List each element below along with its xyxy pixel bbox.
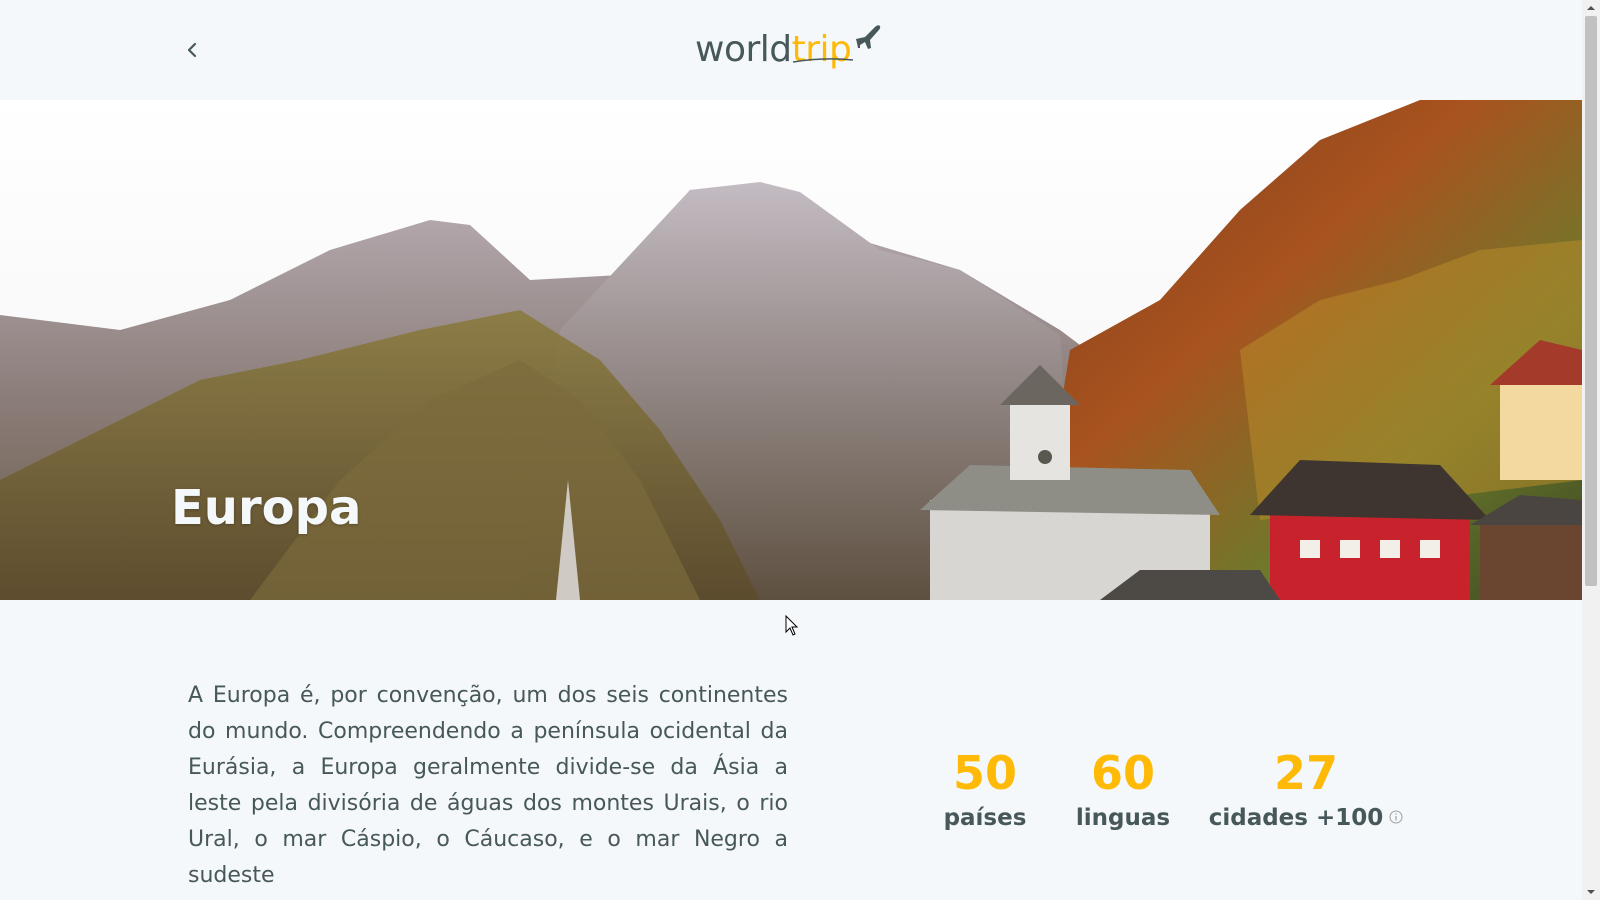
stats-panel: 50 países 60 linguas 27 cidades +100: [940, 745, 1420, 855]
stat-countries: 50 países: [940, 745, 1030, 835]
hero-banner: Europa: [0, 100, 1582, 600]
info-icon[interactable]: [1389, 810, 1403, 824]
continent-title: Europa: [171, 480, 362, 536]
mouse-cursor-icon: [785, 615, 799, 636]
stat-value: 50: [952, 746, 1017, 800]
stat-label: cidades +100: [1208, 805, 1384, 831]
chevron-left-icon: [187, 42, 197, 58]
logo[interactable]: worldtrip: [695, 22, 885, 78]
stat-value: 60: [1090, 746, 1155, 800]
scroll-up-arrow-icon[interactable]: [1586, 3, 1596, 13]
back-button[interactable]: [180, 36, 204, 64]
page: worldtrip Europa A Europa é, por convenç…: [0, 0, 1600, 900]
vertical-scrollbar[interactable]: [1582, 0, 1600, 900]
stat-label: países: [943, 805, 1027, 831]
stat-cities: 27 cidades +100: [1206, 745, 1406, 835]
stat-languages: 60 linguas: [1068, 745, 1178, 835]
stat-label: linguas: [1075, 805, 1171, 831]
airplane-icon: [856, 25, 881, 49]
scroll-down-arrow-icon[interactable]: [1586, 887, 1596, 897]
stat-label-row: cidades +100: [1206, 801, 1406, 835]
header: worldtrip: [0, 0, 1582, 100]
stat-value: 27: [1273, 746, 1338, 800]
scrollbar-thumb[interactable]: [1585, 16, 1597, 586]
logo-world-text: world: [695, 29, 792, 70]
logo-underline-stroke: [793, 58, 853, 63]
continent-description: A Europa é, por convenção, um dos seis c…: [188, 683, 788, 888]
